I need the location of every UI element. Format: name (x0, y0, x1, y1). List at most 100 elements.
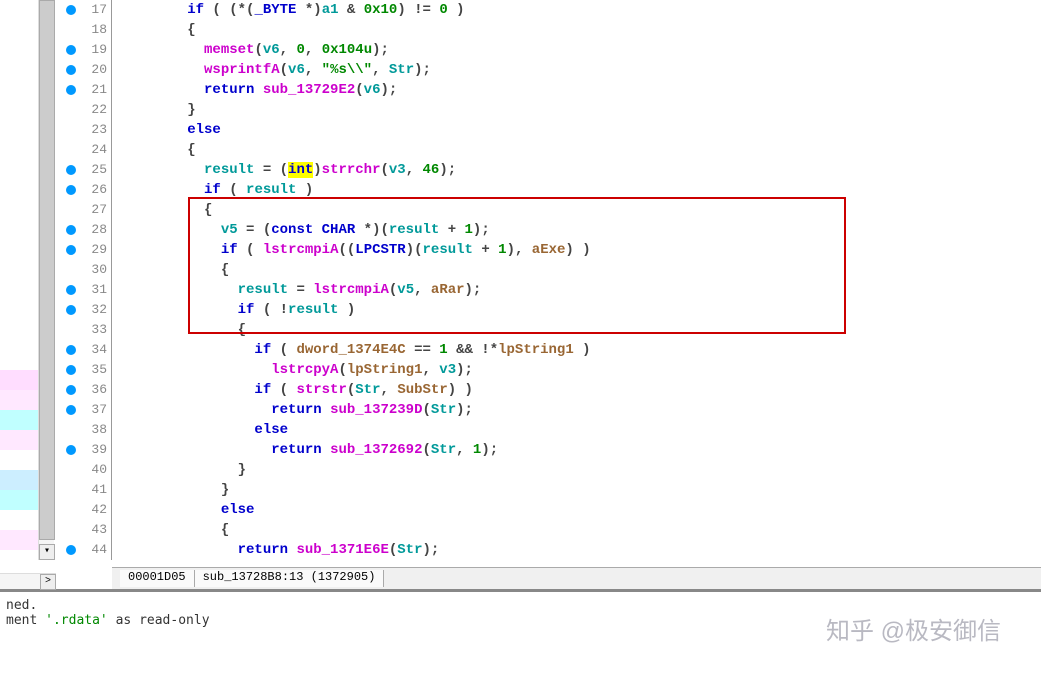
line-number-row[interactable]: 18 (56, 20, 111, 40)
code-token: if (221, 242, 238, 258)
breakpoint-dot-icon[interactable] (66, 5, 76, 15)
code-line[interactable]: } (112, 100, 1041, 120)
breakpoint-dot-icon[interactable] (66, 285, 76, 295)
code-line[interactable]: if ( lstrcmpiA((LPCSTR)(result + 1), aEx… (112, 240, 1041, 260)
minimap-segment[interactable] (0, 390, 40, 410)
breakpoint-dot-icon[interactable] (66, 185, 76, 195)
h-scrollbar-track[interactable]: > (0, 573, 56, 589)
code-column[interactable]: if ( (*(_BYTE *)a1 & 0x10) != 0 ) { mems… (112, 0, 1041, 560)
breakpoint-dot-icon[interactable] (66, 385, 76, 395)
code-line[interactable]: else (112, 420, 1041, 440)
code-line[interactable]: result = lstrcmpiA(v5, aRar); (112, 280, 1041, 300)
breakpoint-dot-icon[interactable] (66, 245, 76, 255)
line-number-row[interactable]: 24 (56, 140, 111, 160)
line-number-row[interactable]: 27 (56, 200, 111, 220)
breakpoint-dot-icon[interactable] (66, 65, 76, 75)
minimap-segment[interactable] (0, 430, 40, 450)
code-line[interactable]: return sub_13729E2(v6); (112, 80, 1041, 100)
line-number-row[interactable]: 19 (56, 40, 111, 60)
minimap-segment[interactable] (0, 410, 40, 430)
code-line[interactable]: { (112, 20, 1041, 40)
breakpoint-dot-icon[interactable] (66, 85, 76, 95)
scroll-right-icon[interactable]: > (40, 574, 56, 590)
line-number-row[interactable]: 28 (56, 220, 111, 240)
code-line[interactable]: if ( result ) (112, 180, 1041, 200)
breakpoint-dot-icon[interactable] (66, 445, 76, 455)
line-number-row[interactable]: 23 (56, 120, 111, 140)
line-number-row[interactable]: 40 (56, 460, 111, 480)
code-line[interactable]: else (112, 120, 1041, 140)
code-line[interactable]: if ( dword_1374E4C == 1 && !*lpString1 ) (112, 340, 1041, 360)
line-number-row[interactable]: 44 (56, 540, 111, 560)
line-number-row[interactable]: 36 (56, 380, 111, 400)
minimap-segment[interactable] (0, 490, 40, 510)
minimap-segment[interactable] (0, 370, 40, 390)
scroll-down-icon[interactable]: ▾ (39, 544, 55, 560)
code-line[interactable]: lstrcpyA(lpString1, v3); (112, 360, 1041, 380)
minimap-segment[interactable] (0, 530, 40, 550)
line-number-row[interactable]: 33 (56, 320, 111, 340)
output-line: ned. (6, 598, 1035, 613)
breakpoint-dot-icon[interactable] (66, 405, 76, 415)
code-line[interactable]: return sub_137239D(Str); (112, 400, 1041, 420)
breakpoint-dot-icon[interactable] (66, 165, 76, 175)
breakpoint-dot-icon[interactable] (66, 345, 76, 355)
code-token: sub_137239D (330, 402, 422, 418)
line-number-row[interactable]: 41 (56, 480, 111, 500)
code-line[interactable]: if ( !result ) (112, 300, 1041, 320)
breakpoint-dot-icon[interactable] (66, 225, 76, 235)
code-area[interactable]: 1718192021222324252627282930313233343536… (56, 0, 1041, 589)
line-number-row[interactable]: 22 (56, 100, 111, 120)
line-number-row[interactable]: 35 (56, 360, 111, 380)
v-scrollbar-track[interactable]: ▾ (38, 0, 54, 560)
code-line[interactable]: memset(v6, 0, 0x104u); (112, 40, 1041, 60)
code-line[interactable]: { (112, 520, 1041, 540)
breakpoint-dot-icon[interactable] (66, 305, 76, 315)
code-line[interactable]: } (112, 460, 1041, 480)
code-line[interactable]: return sub_1371E6E(Str); (112, 540, 1041, 560)
code-line[interactable]: if ( (*(_BYTE *)a1 & 0x10) != 0 ) (112, 0, 1041, 20)
minimap-segment[interactable] (0, 450, 40, 470)
line-number-row[interactable]: 26 (56, 180, 111, 200)
line-number-row[interactable]: 43 (56, 520, 111, 540)
line-number: 41 (91, 480, 107, 500)
output-panel[interactable]: ned. ment '.rdata' as read-only (0, 590, 1041, 676)
code-line[interactable]: { (112, 260, 1041, 280)
code-line[interactable]: return sub_1372692(Str, 1); (112, 440, 1041, 460)
code-token: lstrcmpiA (263, 242, 339, 258)
code-line[interactable]: } (112, 480, 1041, 500)
line-number-row[interactable]: 34 (56, 340, 111, 360)
line-number: 20 (91, 60, 107, 80)
line-number-row[interactable]: 20 (56, 60, 111, 80)
line-number-row[interactable]: 29 (56, 240, 111, 260)
code-line[interactable]: wsprintfA(v6, "%s\\", Str); (112, 60, 1041, 80)
code-token: ) (338, 302, 355, 318)
code-token: ); (439, 162, 456, 178)
line-number-row[interactable]: 38 (56, 420, 111, 440)
line-number-row[interactable]: 25 (56, 160, 111, 180)
minimap-segment[interactable] (0, 470, 40, 490)
line-number-row[interactable]: 32 (56, 300, 111, 320)
code-token: ( ! (254, 302, 288, 318)
code-line[interactable]: else (112, 500, 1041, 520)
breakpoint-dot-icon[interactable] (66, 365, 76, 375)
line-number-row[interactable]: 17 (56, 0, 111, 20)
line-number-row[interactable]: 21 (56, 80, 111, 100)
line-number-row[interactable]: 30 (56, 260, 111, 280)
code-line[interactable]: if ( strstr(Str, SubStr) ) (112, 380, 1041, 400)
line-number-row[interactable]: 31 (56, 280, 111, 300)
line-number-row[interactable]: 42 (56, 500, 111, 520)
code-line[interactable]: { (112, 320, 1041, 340)
v-scrollbar-thumb[interactable] (39, 0, 55, 540)
code-token: , (280, 42, 297, 58)
breakpoint-dot-icon[interactable] (66, 545, 76, 555)
code-token: a1 (322, 2, 339, 18)
code-line[interactable]: { (112, 140, 1041, 160)
code-line[interactable]: result = (int)strrchr(v3, 46); (112, 160, 1041, 180)
code-line[interactable]: v5 = (const CHAR *)(result + 1); (112, 220, 1041, 240)
line-number-row[interactable]: 37 (56, 400, 111, 420)
code-line[interactable]: { (112, 200, 1041, 220)
minimap-segment[interactable] (0, 510, 40, 530)
breakpoint-dot-icon[interactable] (66, 45, 76, 55)
line-number-row[interactable]: 39 (56, 440, 111, 460)
